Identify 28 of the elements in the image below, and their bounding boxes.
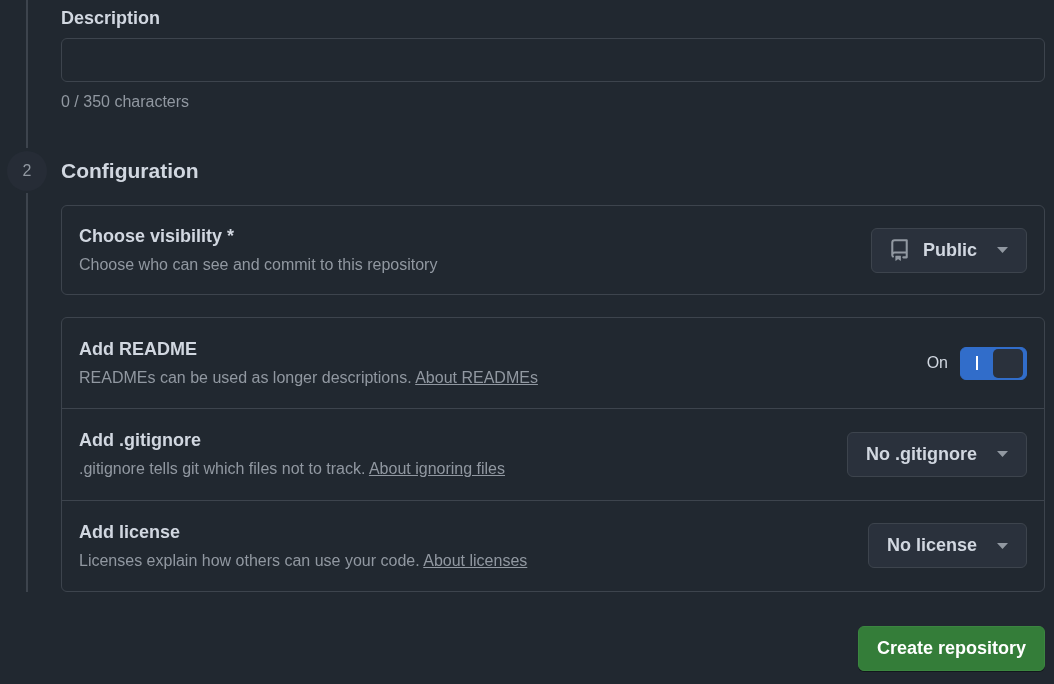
toggle-knob — [993, 348, 1023, 378]
toggle-switch[interactable] — [960, 346, 1027, 380]
section-heading: Configuration — [61, 158, 199, 184]
field-label: Description — [61, 7, 161, 30]
book-icon — [890, 239, 909, 261]
description-input[interactable] — [61, 38, 1045, 82]
setting-title: Choose visibility * — [79, 225, 235, 248]
on-indicator-icon — [976, 356, 978, 371]
setting-description: Licenses explain how others can use your code. About licenses — [79, 550, 528, 571]
dropdown-button[interactable]: No .gitignore — [847, 432, 1027, 477]
help-link[interactable]: About READMEs — [415, 369, 538, 387]
character-counter: 0 / 350 characters — [61, 92, 190, 112]
help-link[interactable]: About licenses — [423, 551, 528, 569]
help-link[interactable]: About ignoring files — [368, 460, 505, 478]
caret-icon — [997, 542, 1008, 549]
dropdown-button[interactable]: No license — [867, 523, 1027, 569]
step-number: 2 — [7, 151, 47, 191]
setting-description: .gitignore tells git which files not to track. About ignoring files — [79, 459, 505, 480]
create-repository-button[interactable]: Create repository — [857, 626, 1045, 671]
dropdown-button[interactable]: Public — [871, 227, 1027, 273]
caret-icon — [997, 247, 1008, 253]
setting-title: Add README — [79, 338, 197, 362]
setting-description: READMEs can be used as longer descriptions. About READMEs — [79, 368, 538, 389]
setting-description: Choose who can see and commit to this repository — [79, 255, 438, 275]
setting-title: Add license — [79, 520, 181, 544]
setting-title: Add .gitignore — [79, 429, 201, 453]
caret-icon — [997, 451, 1008, 458]
toggle-state-label: On — [926, 353, 948, 374]
